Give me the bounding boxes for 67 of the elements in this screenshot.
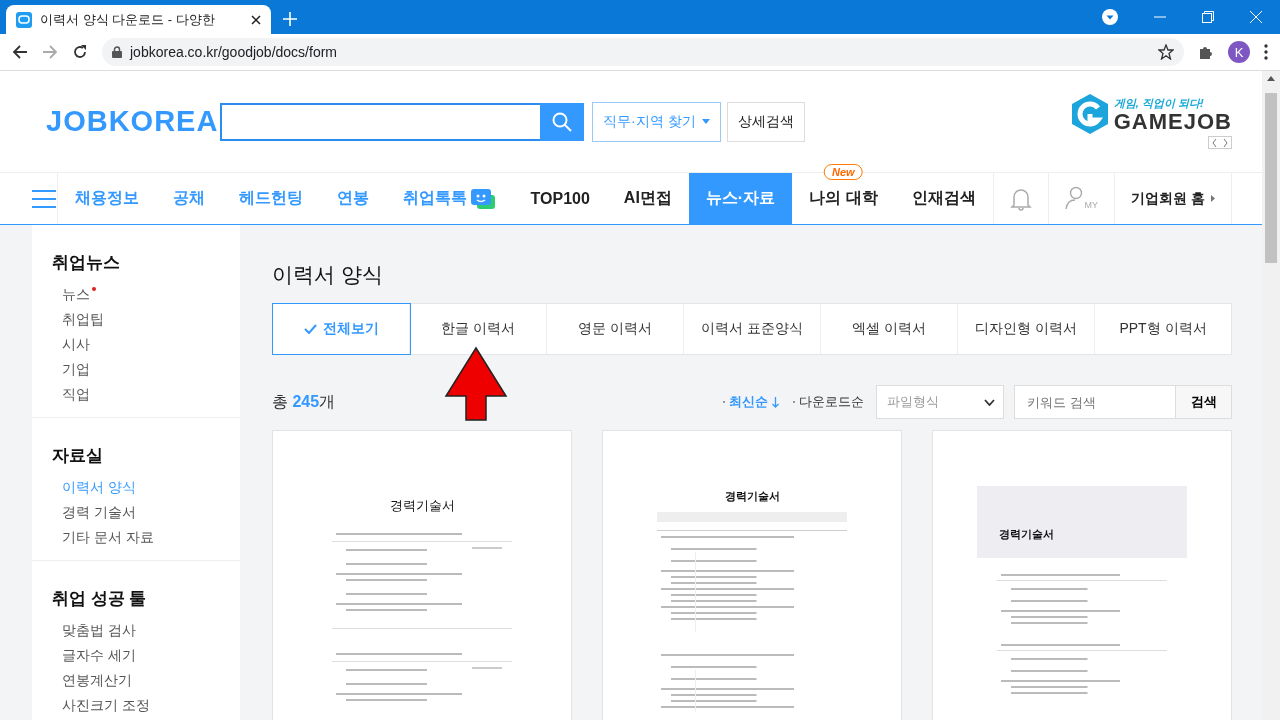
nav-item[interactable]: TOP100 — [530, 189, 590, 208]
sidebar-heading: 취업뉴스 — [52, 252, 121, 274]
resume-template-card[interactable]: 경력기술서 — [602, 430, 902, 720]
scroll-up-icon[interactable] — [1267, 76, 1275, 81]
sidebar-item[interactable]: 경력 기술서 — [52, 502, 220, 523]
resume-template-card[interactable]: 경력기술서 — [272, 430, 572, 720]
chat-bubble-icon — [16, 11, 32, 28]
restore-icon[interactable] — [1202, 11, 1214, 23]
search-button[interactable] — [540, 102, 584, 141]
sort-link[interactable]: 다운로드순 — [793, 393, 864, 411]
card-title: 경력기술서 — [724, 489, 780, 504]
profile-avatar[interactable]: K — [1228, 41, 1250, 63]
bell-icon[interactable] — [1009, 186, 1032, 211]
sidebar-item[interactable]: 기업 — [52, 359, 220, 380]
chat-bubble-icon — [468, 186, 497, 211]
sidebar-item[interactable]: 직업 — [52, 384, 220, 405]
nav-item[interactable]: AI면접 — [623, 188, 672, 209]
sidebar-item[interactable]: 사진크기 조정 — [52, 695, 220, 716]
ad-pager[interactable] — [1208, 136, 1232, 149]
sidebar-item[interactable]: 시사 — [52, 334, 220, 355]
address-bar[interactable]: jobkorea.co.kr/goodjob/docs/form — [102, 38, 1184, 66]
lock-icon — [112, 46, 122, 58]
new-tab-icon[interactable] — [283, 12, 297, 26]
card-title: 경력기술서 — [389, 497, 455, 515]
close-icon[interactable] — [251, 14, 261, 25]
sidebar-heading: 자료실 — [52, 445, 104, 467]
card-title: 경력기술서 — [999, 527, 1054, 542]
ad-brand[interactable]: GAMEJOB — [1113, 110, 1232, 133]
back-arrow-icon[interactable] — [12, 44, 28, 60]
search-button[interactable]: 검색 — [1176, 385, 1232, 419]
down-arrow-icon — [772, 396, 779, 408]
corporate-home-link[interactable]: 기업회원 홈 — [1114, 173, 1232, 224]
sidebar-item[interactable]: 글자수 세기 — [52, 645, 220, 666]
sidebar-item[interactable]: 기타 문서 자료 — [52, 527, 220, 548]
chevron-down-icon — [984, 398, 995, 406]
star-icon[interactable] — [1158, 44, 1174, 60]
person-icon[interactable] — [1064, 186, 1085, 210]
sidebar-item[interactable]: 취업팁 — [52, 309, 220, 330]
keyword-field[interactable]: 키워드 검색 — [1014, 385, 1176, 419]
page-title: 이력서 양식 — [272, 262, 384, 288]
scrollbar-thumb[interactable] — [1265, 93, 1277, 263]
check-icon — [303, 324, 317, 334]
nav-item[interactable]: 나의 대학 — [809, 188, 878, 209]
sidebar-item[interactable]: 뉴스 — [52, 284, 220, 305]
sidebar-item[interactable]: 연봉계산기 — [52, 670, 220, 691]
chevron-right-icon[interactable] — [1223, 138, 1228, 147]
puzzle-icon[interactable] — [1198, 44, 1214, 60]
search-field[interactable] — [220, 102, 584, 141]
detail-search-button[interactable]: 상세검색 — [726, 101, 805, 142]
menu-icon[interactable] — [32, 189, 57, 208]
reload-icon[interactable] — [72, 44, 88, 60]
ad-tagline: 게임, 직업이 되다! — [1113, 95, 1205, 111]
resume-template-card[interactable]: 경력기술서 — [932, 430, 1232, 720]
search-icon — [552, 111, 572, 132]
chevron-left-icon[interactable] — [1212, 138, 1217, 147]
total-count: 총 245개 — [272, 391, 336, 412]
chevron-right-icon — [1211, 195, 1215, 202]
hexagon-logo-icon — [1071, 94, 1108, 134]
more-menu-icon[interactable] — [1264, 44, 1268, 60]
new-badge: New — [824, 164, 863, 180]
nav-item[interactable]: 인재검색 — [911, 188, 976, 209]
browser-tab[interactable]: 이력서 양식 다운로드 - 다양한 — [6, 5, 271, 34]
sidebar-heading: 취업 성공 툴 — [52, 588, 148, 610]
sidebar-item[interactable]: 맞춤법 검사 — [52, 620, 220, 641]
forward-arrow-icon[interactable] — [42, 44, 58, 60]
caret-icon — [701, 119, 710, 124]
dropdown-icon[interactable] — [1102, 9, 1118, 25]
